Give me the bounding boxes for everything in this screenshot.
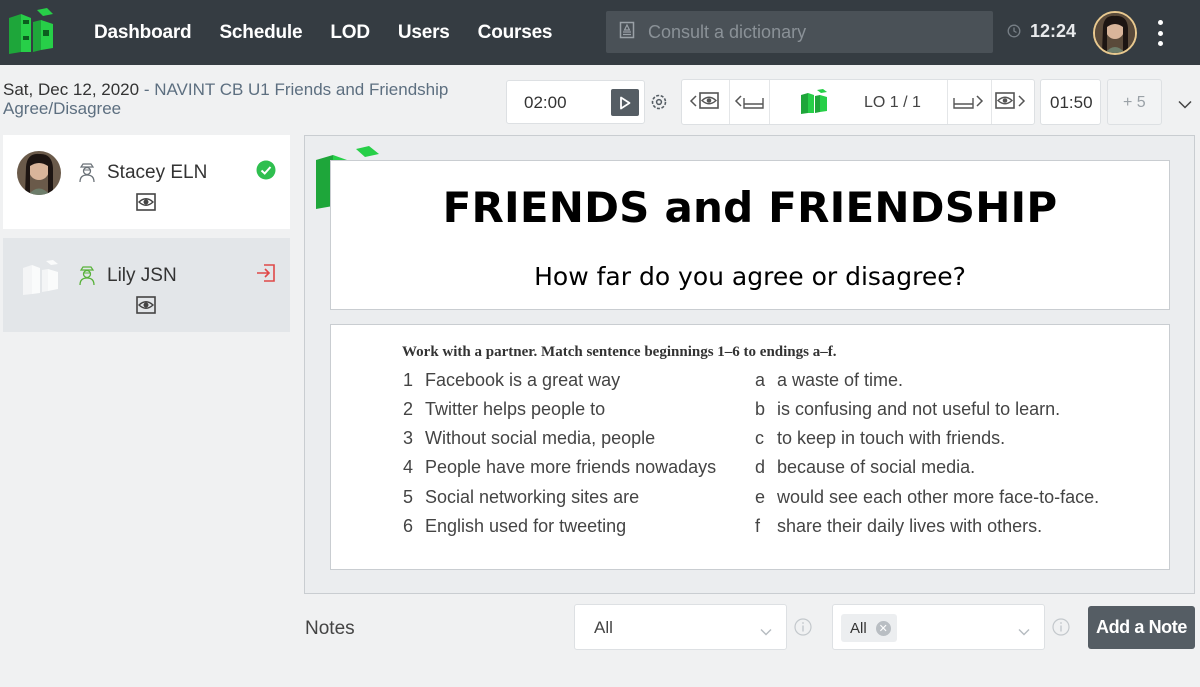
next-view-button[interactable]: [992, 80, 1034, 124]
slide-title: FRIENDS and FRIENDSHIP: [442, 183, 1058, 232]
tag-chip: All ✕: [841, 614, 897, 642]
notes-tag-select[interactable]: All ✕: [832, 604, 1045, 650]
exit-icon[interactable]: [256, 263, 276, 288]
lo-timer: 01:50: [1040, 79, 1101, 125]
sentence-beginning: 4 People have more friends nowadays: [403, 457, 717, 477]
info-icon[interactable]: [1052, 618, 1070, 641]
student-avatar: [17, 151, 61, 195]
sentence-ending: b is confusing and not useful to learn.: [755, 399, 1061, 419]
nav-courses[interactable]: Courses: [478, 22, 553, 44]
view-student-icon[interactable]: [136, 296, 156, 319]
current-time: 12:24: [1030, 21, 1077, 41]
lo-brand-icon: [800, 89, 828, 120]
session-separator: -: [139, 80, 155, 99]
chevron-down-icon: [760, 623, 772, 641]
nav-dashboard[interactable]: Dashboard: [94, 22, 192, 44]
sentence-ending: d because of social media.: [755, 457, 976, 477]
remove-chip-icon[interactable]: ✕: [875, 620, 891, 636]
more-menu-icon[interactable]: [1154, 18, 1166, 48]
student-name: Lily JSN: [107, 265, 177, 286]
dictionary-icon: [619, 21, 635, 44]
nav-users[interactable]: Users: [398, 22, 450, 44]
next-slide-button[interactable]: [947, 80, 992, 124]
sentence-beginning: 3 Without social media, people: [403, 428, 656, 448]
info-icon[interactable]: [794, 618, 812, 641]
prev-view-button[interactable]: [682, 80, 730, 124]
sentence-ending: f share their daily lives with others.: [755, 516, 1043, 536]
clock-icon: [1007, 24, 1021, 43]
add-note-button[interactable]: Add a Note: [1088, 606, 1195, 649]
dictionary-search-input[interactable]: [648, 21, 968, 43]
add-time-button[interactable]: + 5: [1107, 79, 1162, 125]
sentence-ending: aa waste of time.: [755, 370, 904, 390]
view-student-icon[interactable]: [136, 193, 156, 216]
lo-navigation: LO 1 / 1: [681, 79, 1035, 125]
lo-position: LO 1 / 1: [864, 94, 921, 111]
tag-chip-label: All: [850, 619, 867, 637]
exercise-instruction: Work with a partner. Match sentence begi…: [402, 344, 837, 360]
sentence-beginning: 6 English used for tweeting: [403, 516, 627, 536]
chevron-down-icon[interactable]: [1178, 96, 1192, 114]
exercise-card: Work with a partner. Match sentence begi…: [330, 324, 1170, 570]
student-avatar-placeholder-icon: [21, 260, 61, 296]
sentence-ending: c to keep in touch with friends.: [755, 428, 1006, 448]
lesson-timer-value: 02:00: [524, 93, 567, 112]
session-header: Sat, Dec 12, 2020 - NAVINT CB U1 Friends…: [3, 80, 493, 118]
student-role-icon: [78, 266, 96, 291]
sentence-ending: e would see each other more face-to-face.: [755, 487, 1100, 507]
lo-timer-value: 01:50: [1050, 93, 1093, 112]
add-time-label: + 5: [1123, 94, 1146, 111]
student-name: Stacey ELN: [107, 162, 208, 183]
student-card[interactable]: Stacey ELN: [3, 135, 290, 229]
brand-logo-icon[interactable]: [7, 8, 55, 61]
dictionary-search: [606, 11, 993, 53]
sentence-beginning: 5 Social networking sites are: [403, 487, 640, 507]
slide-subtitle: How far do you agree or disagree?: [534, 262, 966, 291]
main-nav: Dashboard Schedule LOD Users Courses: [94, 0, 580, 65]
top-navbar: Dashboard Schedule LOD Users Courses 12:…: [0, 0, 1200, 65]
notes-filter-select[interactable]: All: [574, 604, 787, 650]
sentence-beginning: 2 Twitter helps people to: [403, 399, 606, 419]
nav-lod[interactable]: LOD: [330, 22, 370, 44]
user-avatar[interactable]: [1093, 11, 1137, 55]
nav-schedule[interactable]: Schedule: [219, 22, 302, 44]
sentence-beginning: 1 Facebook is a great way: [403, 370, 621, 390]
student-role-icon: [78, 163, 96, 188]
play-button[interactable]: [611, 89, 639, 116]
notes-filter-value: All: [594, 618, 613, 637]
settings-gear-icon[interactable]: [650, 93, 668, 116]
session-date: Sat, Dec 12, 2020: [3, 80, 140, 99]
prev-slide-button[interactable]: [730, 80, 770, 124]
lesson-timer: 02:00: [506, 80, 645, 124]
student-card[interactable]: Lily JSN: [3, 238, 290, 332]
status-check-icon: [256, 160, 276, 185]
slide-title-card: FRIENDS and FRIENDSHIP How far do you ag…: [330, 160, 1170, 310]
notes-label: Notes: [305, 618, 355, 639]
chevron-down-icon: [1018, 623, 1030, 641]
